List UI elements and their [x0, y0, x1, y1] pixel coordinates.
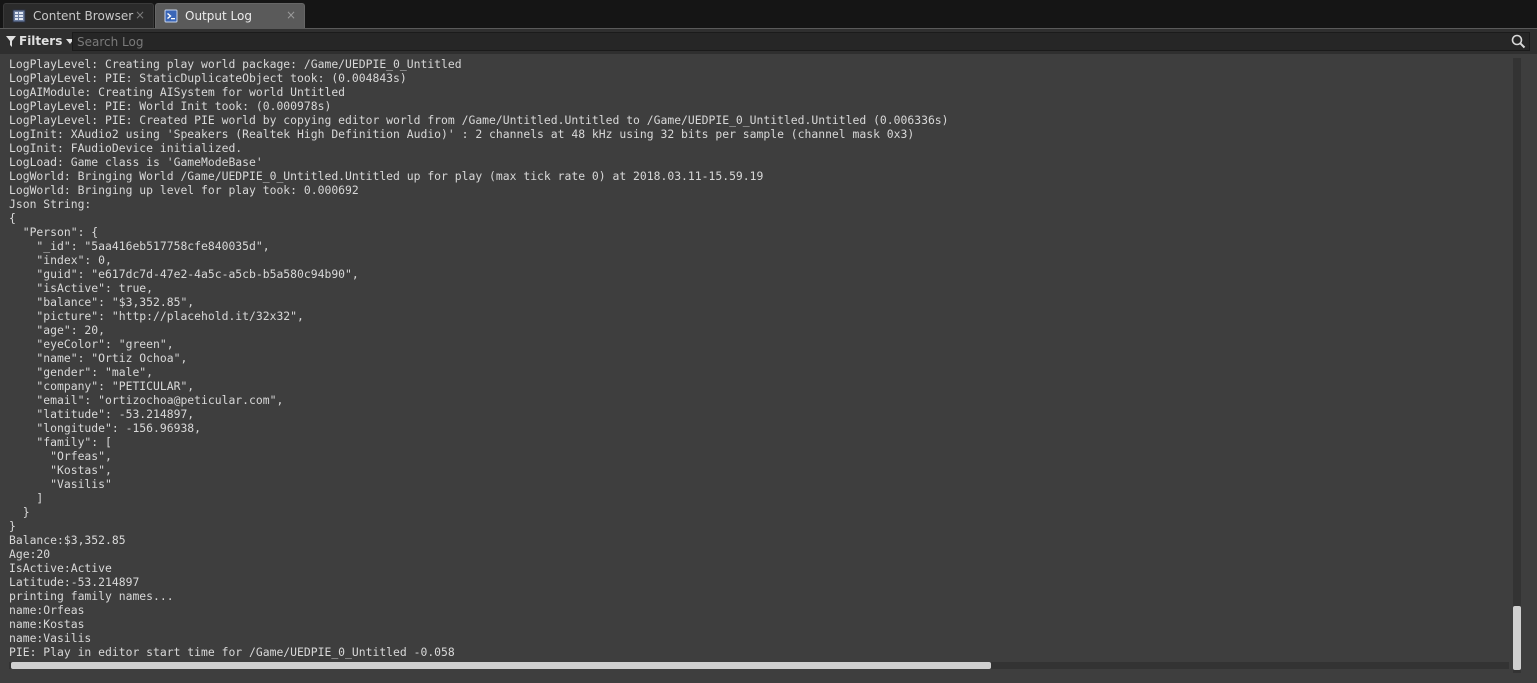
- log-line: Latitude:-53.214897: [9, 575, 140, 589]
- log-line: LogPlayLevel: PIE: Created PIE world by …: [9, 113, 949, 127]
- log-line: "company": "PETICULAR",: [9, 379, 195, 393]
- log-line: "eyeColor": "green",: [9, 337, 174, 351]
- log-line: Age:20: [9, 547, 51, 561]
- log-line: LogPlayLevel: PIE: StaticDuplicateObject…: [9, 71, 407, 85]
- filters-label: Filters: [19, 34, 63, 48]
- log-line: LogWorld: Bringing up level for play too…: [9, 183, 359, 197]
- log-line: name:Vasilis: [9, 631, 92, 645]
- log-line: printing family names...: [9, 589, 174, 603]
- log-line: "isActive": true,: [9, 281, 154, 295]
- log-line: "guid": "e617dc7d-47e2-4a5c-a5cb-b5a580c…: [9, 267, 359, 281]
- horizontal-scrollbar-thumb[interactable]: [11, 662, 991, 669]
- search-input[interactable]: [77, 33, 1497, 50]
- log-line: "family": [: [9, 435, 112, 449]
- log-line: "_id": "5aa416eb517758cfe840035d",: [9, 239, 270, 253]
- log-line: "gender": "male",: [9, 365, 154, 379]
- search-icon[interactable]: [1511, 34, 1526, 49]
- log-line: PIE: Play in editor start time for /Game…: [9, 645, 455, 659]
- log-line: {: [9, 211, 16, 225]
- log-line: LogAIModule: Creating AISystem for world…: [9, 85, 346, 99]
- log-line: "Orfeas",: [9, 449, 112, 463]
- search-box: [72, 32, 1530, 51]
- log-line: LogInit: XAudio2 using 'Speakers (Realte…: [9, 127, 915, 141]
- filters-button[interactable]: Filters: [6, 32, 75, 50]
- content-browser-icon: [12, 9, 26, 23]
- output-log-panel: Filters LogPlayLevel: Creating play worl…: [0, 28, 1537, 683]
- vertical-scrollbar[interactable]: [1513, 58, 1521, 673]
- log-line: LogPlayLevel: PIE: World Init took: (0.0…: [9, 99, 332, 113]
- log-line: "index": 0,: [9, 253, 112, 267]
- log-line: "longitude": -156.96938,: [9, 421, 202, 435]
- tab-output-log[interactable]: Output Log ×: [155, 3, 305, 28]
- log-line: name:Orfeas: [9, 603, 85, 617]
- log-line: "Kostas",: [9, 463, 112, 477]
- log-line: IsActive:Active: [9, 561, 112, 575]
- tab-bar: Content Browser × Output Log ×: [0, 0, 1537, 28]
- log-toolbar: Filters: [0, 29, 1537, 54]
- log-line: "latitude": -53.214897,: [9, 407, 195, 421]
- tab-label: Content Browser: [33, 9, 134, 23]
- tab-content-browser[interactable]: Content Browser ×: [3, 3, 154, 28]
- log-line: "picture": "http://placehold.it/32x32",: [9, 309, 304, 323]
- log-line: "name": "Ortiz Ochoa",: [9, 351, 188, 365]
- log-line: "age": 20,: [9, 323, 106, 337]
- log-line: }: [9, 519, 16, 533]
- log-line: "Person": {: [9, 225, 99, 239]
- log-line: "Vasilis": [9, 477, 112, 491]
- log-line: "balance": "$3,352.85",: [9, 295, 195, 309]
- log-line: name:Kostas: [9, 617, 85, 631]
- log-line: }: [9, 505, 30, 519]
- log-text: LogPlayLevel: Creating play world packag…: [9, 57, 1504, 660]
- log-area: LogPlayLevel: Creating play world packag…: [0, 54, 1537, 683]
- log-line: LogInit: FAudioDevice initialized.: [9, 141, 243, 155]
- log-line: Json String:: [9, 197, 92, 211]
- close-icon[interactable]: ×: [286, 8, 296, 22]
- log-line: "email": "ortizochoa@peticular.com",: [9, 393, 284, 407]
- close-icon[interactable]: ×: [135, 8, 145, 22]
- output-log-icon: [164, 9, 178, 23]
- horizontal-scrollbar[interactable]: [9, 662, 1509, 669]
- vertical-scrollbar-thumb[interactable]: [1513, 606, 1521, 670]
- tab-label: Output Log: [185, 9, 252, 23]
- log-line: ]: [9, 491, 44, 505]
- log-line: Balance:$3,352.85: [9, 533, 126, 547]
- funnel-icon: [6, 35, 16, 47]
- log-line: LogLoad: Game class is 'GameModeBase': [9, 155, 263, 169]
- log-line: LogPlayLevel: Creating play world packag…: [9, 57, 462, 71]
- log-line: LogWorld: Bringing World /Game/UEDPIE_0_…: [9, 169, 764, 183]
